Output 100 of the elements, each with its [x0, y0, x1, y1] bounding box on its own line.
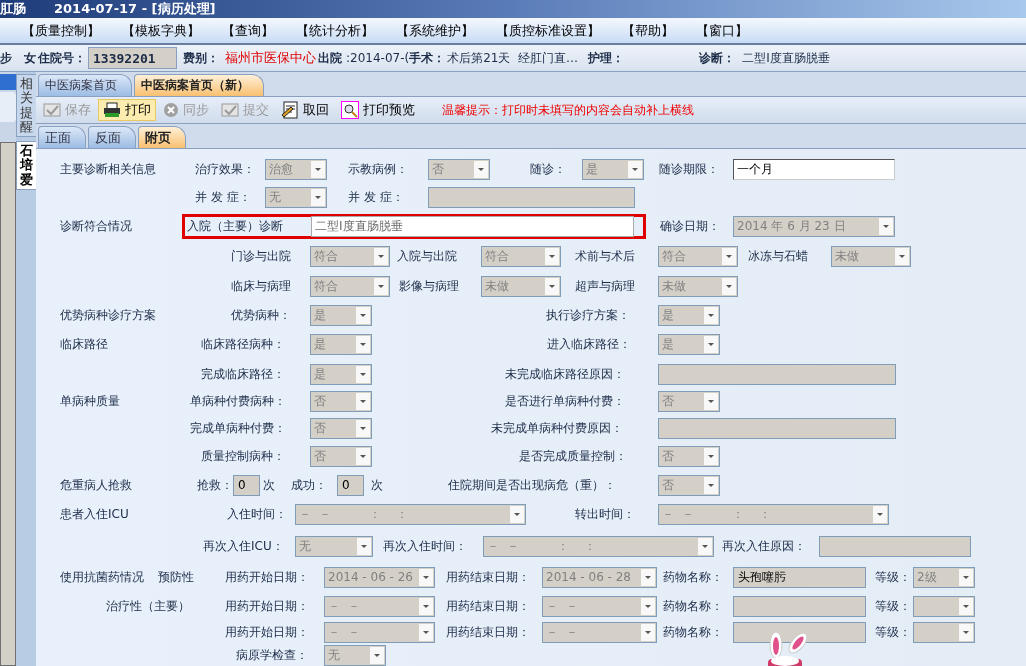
dropdown[interactable]: 未做 [658, 276, 738, 297]
dropdown[interactable]: 是 [310, 363, 372, 385]
field-label: 等级： [875, 568, 911, 586]
section-label: 诊断符合情况 [60, 218, 133, 235]
dropdown[interactable]: － － ： ： [658, 504, 889, 525]
text-field[interactable] [733, 595, 866, 617]
field-label: 进入临床路径： [547, 336, 632, 353]
field-label: 入院与出院 [397, 247, 458, 265]
tab[interactable]: 正面 [38, 126, 86, 148]
text-field[interactable]: 0 [337, 474, 364, 496]
dropdown[interactable]: 2014 年 6 月 23 日 [733, 216, 895, 237]
dropdown[interactable]: 未做 [481, 276, 561, 297]
text-field[interactable] [819, 536, 971, 557]
dropdown[interactable] [913, 621, 975, 643]
info-value: 术后第21天 经肛门直… [447, 49, 580, 67]
field-label: 影像与病理 [399, 278, 460, 295]
checkmark-icon [43, 102, 61, 118]
dropdown[interactable]: 否 [310, 445, 372, 467]
section-label: 主要诊断相关信息 [60, 160, 157, 178]
dropdown[interactable]: 否 [658, 391, 720, 412]
section-label: 患者入住ICU [60, 506, 130, 523]
info-label: 女 [24, 49, 37, 67]
info-label: 出院 [318, 49, 343, 67]
tab[interactable]: 反面 [88, 126, 136, 148]
checkmark-icon [221, 102, 239, 118]
text-field[interactable]: 头孢噻肟 [733, 566, 866, 588]
text-field[interactable] [658, 417, 896, 439]
text-field[interactable]: 一个月 [733, 158, 895, 180]
dropdown[interactable]: 否 [310, 391, 372, 412]
dropdown[interactable]: 是 [658, 305, 720, 326]
dropdown[interactable]: 2014 - 06 - 26 [324, 566, 435, 588]
toolbar-button[interactable]: 打印预览 [336, 99, 420, 121]
dropdown[interactable]: 无 [295, 536, 373, 557]
text-field[interactable] [658, 363, 896, 385]
dropdown[interactable]: 无 [265, 187, 327, 208]
field-label: 次 [263, 476, 276, 494]
dropdown[interactable]: － － ： ： [483, 536, 714, 557]
dropdown[interactable]: 未做 [831, 245, 911, 267]
field-label: 用药开始日期： [225, 623, 310, 641]
field-label: 用药结束日期： [446, 568, 531, 586]
menu-item[interactable]: 【帮助】 [622, 21, 674, 40]
dropdown[interactable]: 符合 [310, 245, 390, 267]
dropdown[interactable]: － － [542, 621, 657, 643]
vertical-tab[interactable]: 石培爱 [16, 141, 37, 191]
menu-item[interactable]: 【统计分析】 [296, 21, 374, 40]
tab[interactable]: 中医病案首页（新） [134, 74, 264, 96]
toolbar-button[interactable]: 打印 [98, 99, 156, 121]
dropdown[interactable]: 符合 [481, 245, 561, 267]
tab[interactable]: 中医病案首页 [38, 74, 132, 96]
menu-item[interactable]: 【质控标准设置】 [496, 21, 600, 40]
menu-item[interactable]: 【系统维护】 [396, 21, 474, 40]
field-label: 住院期间是否出现病危（重）： [448, 476, 617, 494]
menu-item[interactable]: 【模板字典】 [122, 21, 200, 40]
dropdown[interactable]: － － [542, 595, 657, 617]
field-label: 并 发 症： [195, 189, 252, 206]
dropdown[interactable]: 治愈 [265, 158, 327, 180]
window-title: 肛肠 [0, 0, 26, 18]
dropdown[interactable]: 否 [658, 474, 720, 496]
field-label: 确诊日期： [660, 218, 721, 235]
dropdown[interactable]: 是 [658, 334, 720, 355]
field-label: 用药结束日期： [446, 623, 531, 641]
dropdown[interactable]: 2014 - 06 - 28 [542, 566, 657, 588]
dropdown[interactable]: 否 [310, 417, 372, 439]
field-label: 随诊： [530, 160, 567, 178]
dropdown[interactable]: 符合 [658, 245, 738, 267]
inpatient-number-field: 13392201 [88, 47, 177, 69]
info-value: 二型Ⅰ度直肠脱垂 [742, 49, 831, 67]
field-label: 成功： [291, 476, 328, 494]
printer-icon [103, 102, 121, 118]
menu-item[interactable]: 【查询】 [222, 21, 274, 40]
dropdown[interactable]: 是 [310, 305, 372, 326]
dropdown[interactable]: 符合 [310, 276, 390, 297]
field-label: 用药开始日期： [225, 568, 310, 586]
field-label: 再次入住ICU： [203, 538, 285, 555]
field-label: 药物名称： [663, 623, 724, 641]
tab[interactable]: 附页 [138, 126, 186, 148]
dropdown[interactable]: 否 [428, 158, 490, 180]
dropdown[interactable]: 2级 [913, 566, 975, 588]
field-label: 再次入住原因： [722, 538, 807, 555]
field-label: 未完成单病种付费原因： [491, 419, 624, 437]
text-field[interactable] [428, 187, 635, 208]
dropdown[interactable]: 无 [324, 645, 386, 666]
vertical-tab[interactable]: 相关提醒 [16, 74, 37, 138]
field-label: 临床与病理 [231, 278, 292, 295]
field-label: 单病种付费病种： [190, 393, 287, 410]
text-field[interactable] [733, 621, 866, 643]
dropdown[interactable]: － － ： ： [295, 504, 526, 525]
menu-item[interactable]: 【窗口】 [696, 21, 748, 40]
dropdown[interactable]: 是 [310, 334, 372, 355]
dropdown[interactable]: － － [324, 595, 435, 617]
field-label: 未完成临床路径原因： [505, 365, 626, 383]
cross-circle-icon [163, 102, 179, 118]
toolbar-button[interactable]: 取回 [276, 99, 334, 121]
field-label: 入住时间： [227, 506, 288, 523]
dropdown[interactable]: 是 [582, 158, 644, 180]
menu-item[interactable]: 【质量控制】 [22, 21, 100, 40]
dropdown[interactable]: － － [324, 621, 435, 643]
text-field[interactable]: 0 [233, 474, 260, 496]
dropdown[interactable] [913, 595, 975, 617]
dropdown[interactable]: 否 [658, 445, 720, 467]
